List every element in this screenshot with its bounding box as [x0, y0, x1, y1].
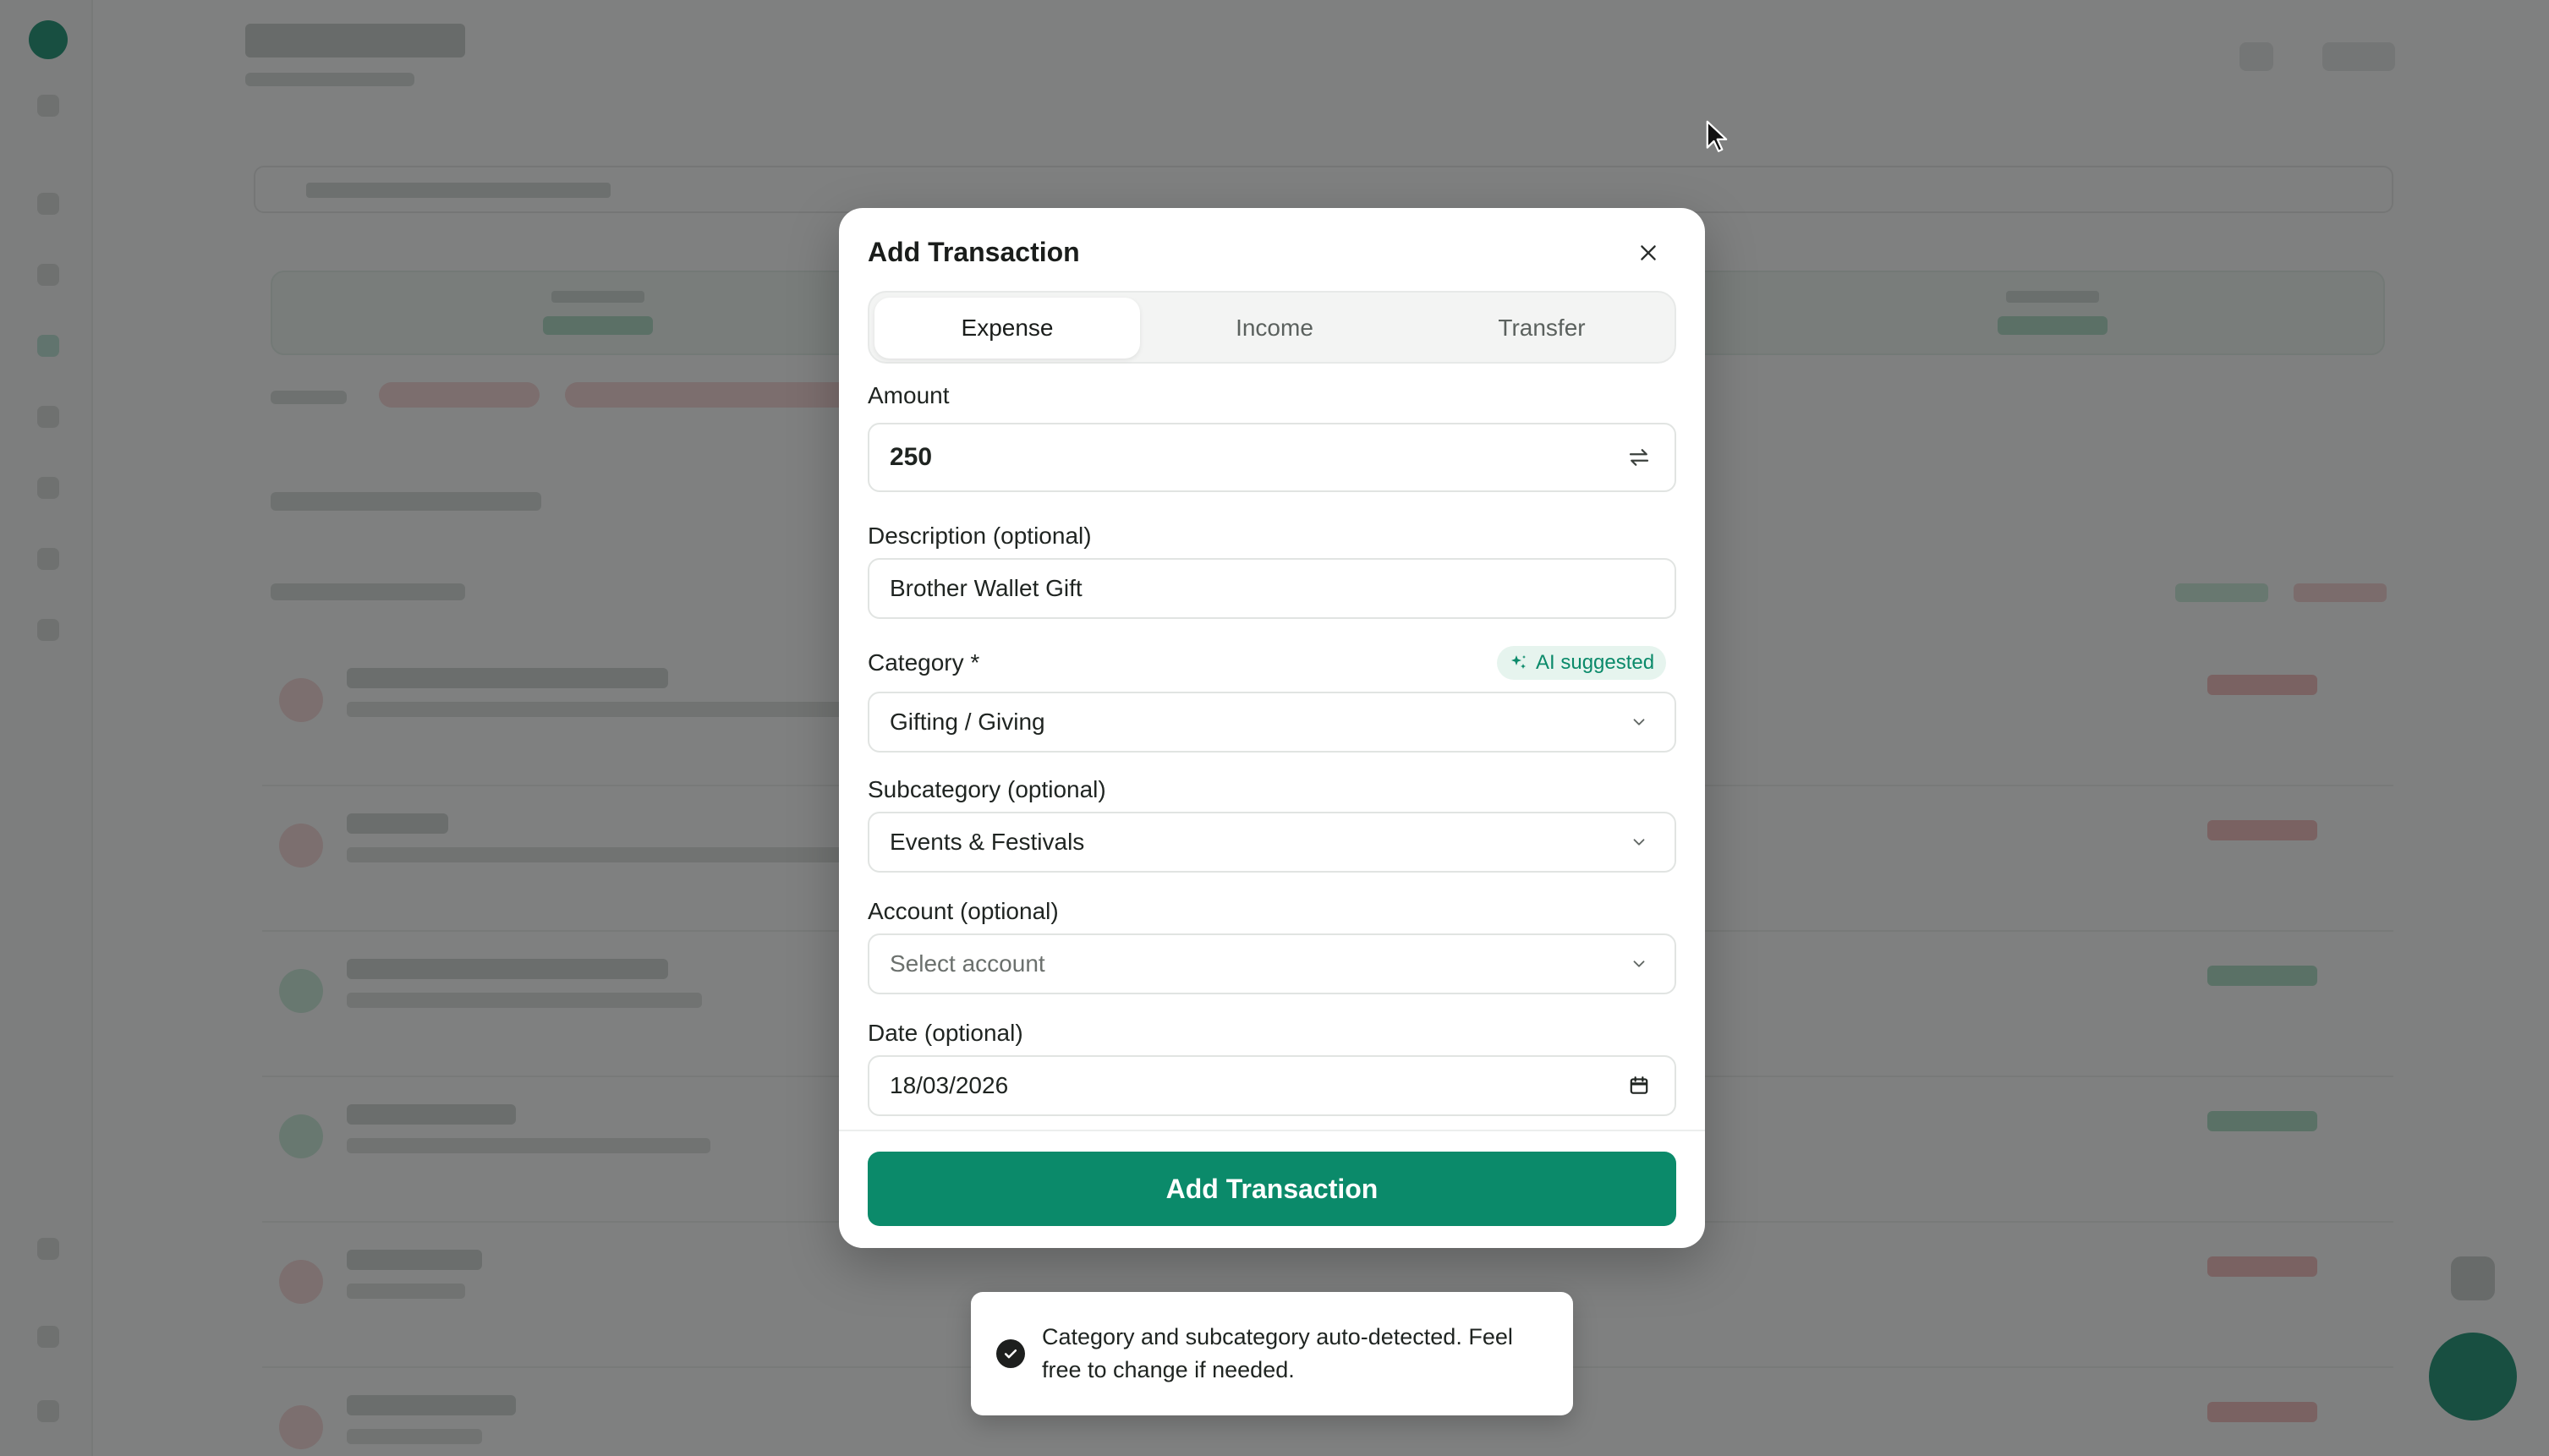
date-picker-button[interactable] [1624, 1070, 1654, 1101]
chevron-down-icon [1624, 949, 1654, 979]
tab-expense[interactable]: Expense [874, 298, 1140, 359]
date-input[interactable]: 18/03/2026 [868, 1055, 1676, 1116]
transaction-type-tabs: Expense Income Transfer [868, 291, 1676, 364]
category-value: Gifting / Giving [890, 709, 1045, 735]
amount-input[interactable]: 250 [868, 423, 1676, 492]
dialog-title: Add Transaction [868, 237, 1080, 267]
subcategory-label: Subcategory (optional) [868, 776, 1106, 802]
toast-notification: Category and subcategory auto-detected. … [971, 1292, 1573, 1415]
account-select[interactable]: Select account [868, 933, 1676, 994]
date-value: 18/03/2026 [890, 1072, 1009, 1098]
ai-suggested-badge: AI suggested [1497, 646, 1667, 680]
amount-label: Amount [868, 382, 950, 408]
add-transaction-button[interactable]: Add Transaction [868, 1152, 1676, 1226]
sparkles-icon [1511, 655, 1526, 669]
add-transaction-dialog: Add Transaction Expense Income Transfer … [839, 208, 1705, 1248]
subcategory-value: Events & Festivals [890, 829, 1085, 855]
toast-message: Category and subcategory auto-detected. … [1042, 1324, 1513, 1382]
description-input[interactable]: Brother Wallet Gift [868, 558, 1676, 619]
swap-icon [1629, 449, 1649, 466]
calendar-icon [1630, 1076, 1648, 1094]
description-label: Description (optional) [868, 523, 1092, 549]
chevron-down-icon [1624, 827, 1654, 857]
mouse-cursor-icon [1706, 120, 1728, 152]
subcategory-select[interactable]: Events & Festivals [868, 812, 1676, 873]
description-value: Brother Wallet Gift [890, 575, 1083, 601]
close-icon [1641, 245, 1656, 260]
tab-income[interactable]: Income [1142, 298, 1407, 359]
category-label: Category * [868, 649, 980, 676]
date-label: Date (optional) [868, 1020, 1023, 1046]
check-circle-icon [996, 1339, 1025, 1368]
chevron-down-icon [1624, 707, 1654, 737]
ai-badge-label: AI suggested [1536, 651, 1655, 674]
account-label: Account (optional) [868, 898, 1059, 924]
amount-value: 250 [890, 443, 933, 471]
currency-swap-button[interactable] [1624, 442, 1654, 473]
footer-divider [839, 1130, 1705, 1131]
tab-transfer[interactable]: Transfer [1409, 298, 1675, 359]
account-placeholder: Select account [890, 950, 1045, 977]
category-select[interactable]: Gifting / Giving [868, 692, 1676, 753]
close-button[interactable] [1632, 237, 1664, 269]
